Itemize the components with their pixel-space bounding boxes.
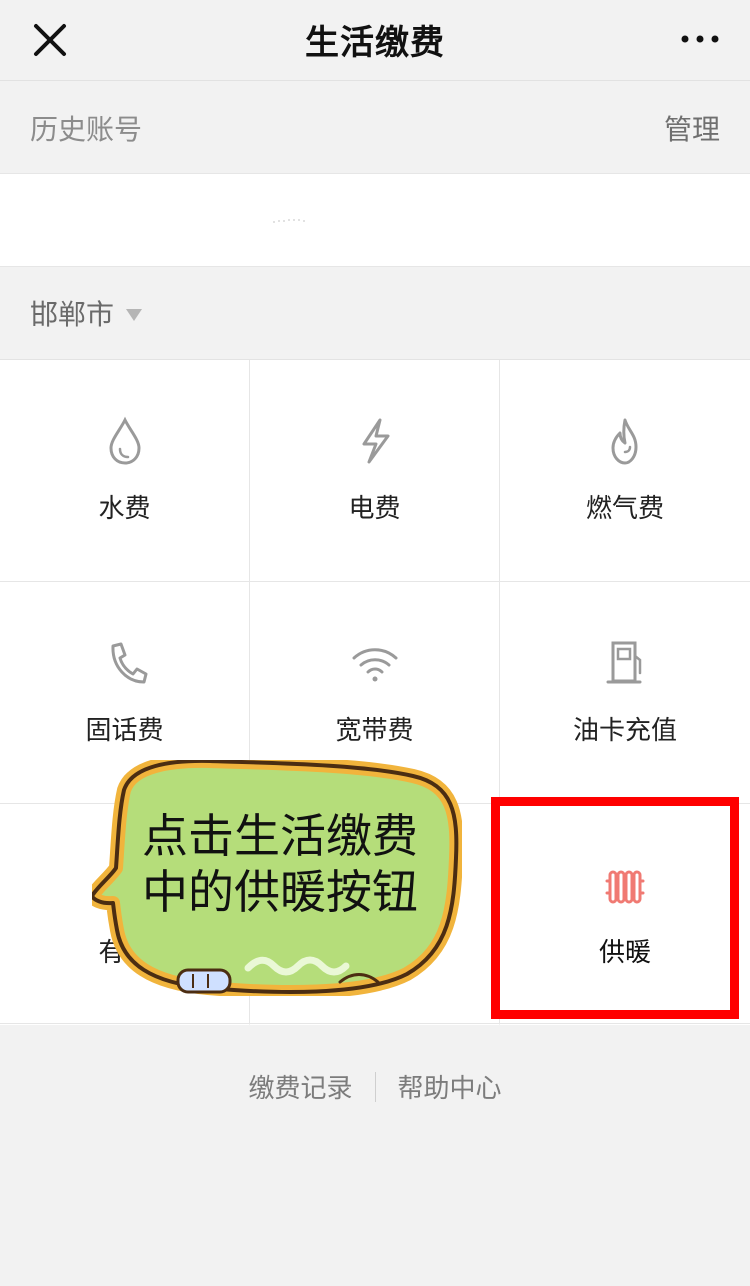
service-label: 供暖: [598, 938, 651, 968]
lightning-icon: [362, 418, 389, 464]
payment-records-link[interactable]: 缴费记录: [248, 1068, 352, 1105]
phone-icon: [110, 642, 147, 684]
flame-icon: [611, 418, 638, 465]
dropdown-arrow-icon: [126, 309, 143, 321]
service-label: 燃气费: [585, 494, 664, 524]
top-bar: 生活缴费: [0, 0, 750, 81]
footer-divider: [374, 1071, 376, 1102]
city-name: 邯郸市: [30, 298, 115, 331]
service-tile-broadband[interactable]: 宽带费: [250, 582, 499, 803]
service-tile-fuel-card[interactable]: 油卡充值: [500, 582, 750, 803]
manage-link[interactable]: 管理: [664, 108, 720, 148]
faint-dots-decoration: [273, 219, 305, 223]
service-tile-landline[interactable]: 固话费: [0, 582, 249, 803]
fuel-pump-icon: [606, 641, 642, 684]
service-label: 固话费: [85, 716, 164, 746]
tv-icon: [107, 864, 142, 900]
service-label: 油卡充值: [572, 716, 677, 746]
wifi-icon: [352, 648, 397, 682]
service-tile-gas[interactable]: 燃气费: [500, 360, 750, 581]
history-account-label: 历史账号: [30, 113, 143, 146]
footer-links: 缴费记录 帮助中心: [0, 1068, 750, 1105]
service-tile-heating[interactable]: 供暖: [500, 804, 750, 1025]
history-account-row: 历史账号 管理: [0, 81, 750, 174]
service-tile-electricity[interactable]: 电费: [250, 360, 499, 581]
service-label: 有线: [98, 938, 151, 968]
water-drop-icon: [108, 416, 141, 465]
help-center-link[interactable]: 帮助中心: [398, 1068, 502, 1105]
city-selector[interactable]: 邯郸市: [30, 295, 143, 331]
more-button[interactable]: [680, 25, 720, 53]
service-tile-covered[interactable]: [250, 804, 499, 1025]
service-grid: 水费 电费 燃气费 固话费 宽带费 油卡充值 有线 供暖: [0, 360, 750, 1025]
page-title: 生活缴费: [305, 23, 445, 63]
city-row: 邯郸市: [0, 267, 750, 360]
radiator-icon: [605, 870, 645, 904]
service-label: 电费: [348, 494, 401, 524]
account-panel: [0, 174, 750, 267]
service-tile-cable-tv[interactable]: 有线: [0, 804, 249, 1025]
service-label: 宽带费: [335, 716, 414, 746]
service-tile-water[interactable]: 水费: [0, 360, 249, 581]
service-label: 水费: [98, 494, 151, 524]
more-icon: [681, 35, 719, 43]
